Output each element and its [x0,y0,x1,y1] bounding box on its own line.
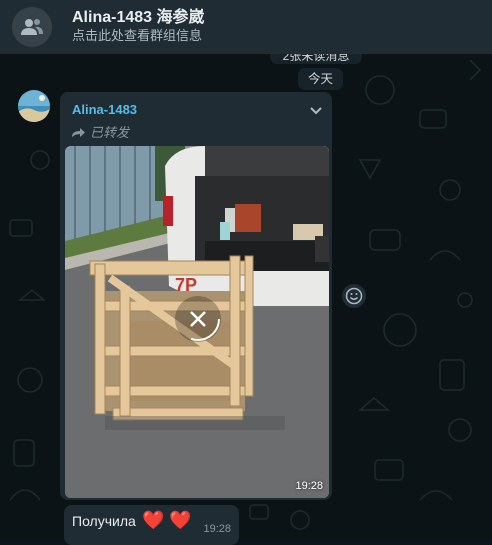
group-avatar[interactable] [12,7,52,47]
chat-subtitle[interactable]: 点击此处查看群组信息 [72,25,202,44]
react-button[interactable] [342,284,366,308]
forwarded-label: 已转发 [90,125,130,140]
forward-icon [72,127,85,137]
heart-emoji: ❤️ ❤️ [142,510,192,530]
message-text-body: Получила [72,513,136,529]
cancel-download-icon [176,297,220,341]
chevron-down-icon[interactable] [308,102,324,118]
message-text: Получила ❤️ ❤️ [72,510,192,530]
message-photo[interactable]: 7P 19:28 [65,146,329,498]
chat-title[interactable]: Alina-1483 海参崴 [72,3,205,27]
svg-text:7P: 7P [175,275,197,295]
message-timestamp: 19:28 [203,523,231,535]
chat-header[interactable]: Alina-1483 海参崴 点击此处查看群组信息 [0,0,492,54]
group-icon [21,19,43,35]
forwarded-indicator: 已转发 [70,122,129,141]
emoji-smile-icon [345,287,363,305]
text-message[interactable]: Получила ❤️ ❤️ 19:28 [64,505,239,545]
cancel-download-button[interactable] [175,296,221,342]
sender-name[interactable]: Alina-1483 [72,102,137,117]
media-timestamp: 19:28 [295,480,323,492]
sender-avatar[interactable] [18,90,50,122]
forwarded-image-message[interactable]: Alina-1483 已转发 7P 19:28 [60,92,332,500]
date-chip: 今天 [298,68,344,90]
